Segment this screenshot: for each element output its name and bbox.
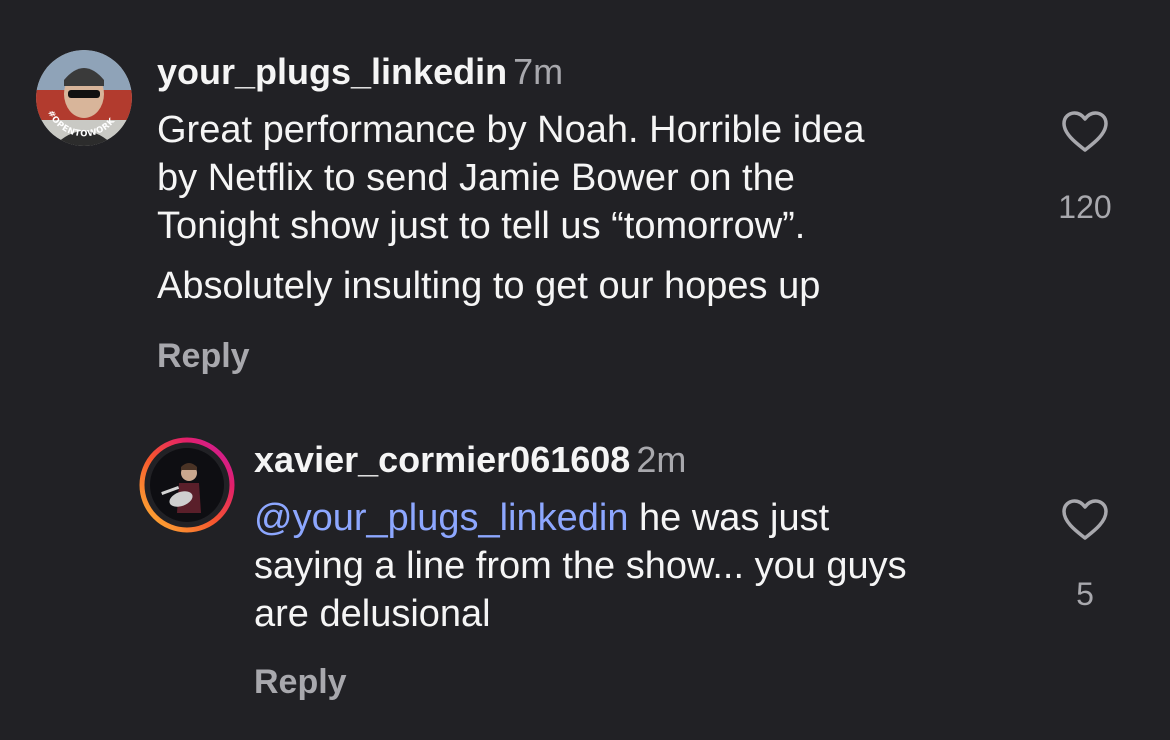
comment-text-span: he was just <box>628 497 830 539</box>
comment-header: your_plugs_linkedin 7m <box>157 52 563 100</box>
comment-1: #OPENTOWORK your_plugs_linkedin 7m Great … <box>0 0 1170 400</box>
heart-icon <box>1062 111 1108 152</box>
comment-text-line: @your_plugs_linkedin he was just <box>254 494 1054 542</box>
comment-2: xavier_cormier061608 2m @your_plugs_linke… <box>0 400 1170 740</box>
comment-header: xavier_cormier061608 2m <box>254 440 686 488</box>
avatar-image: #OPENTOWORK <box>36 50 132 146</box>
like-button[interactable] <box>1050 110 1120 159</box>
timestamp: 2m <box>636 439 687 480</box>
comment-text-line: Tonight show just to tell us “tomorrow”. <box>157 205 806 247</box>
comment-text: @your_plugs_linkedin he was just saying … <box>254 494 1054 638</box>
username-link[interactable]: xavier_cormier061608 <box>254 439 630 480</box>
like-count: 120 <box>1058 189 1112 225</box>
comment-text-line: Great performance by Noah. Horrible idea <box>157 109 865 151</box>
mention-link[interactable]: @your_plugs_linkedin <box>254 497 628 539</box>
like-button[interactable] <box>1050 498 1120 547</box>
comment-text-line: are delusional <box>254 593 491 635</box>
comment-text-paragraph: Absolutely insulting to get our hopes up <box>157 265 821 307</box>
like-count: 5 <box>1076 576 1094 612</box>
timestamp: 7m <box>513 51 564 92</box>
story-ring-avatar-image <box>139 437 235 533</box>
avatar[interactable] <box>139 437 235 533</box>
comment-text-line: by Netflix to send Jamie Bower on the <box>157 157 795 199</box>
reply-button[interactable]: Reply <box>254 662 347 702</box>
heart-icon <box>1062 499 1108 540</box>
comment-text: Great performance by Noah. Horrible idea… <box>157 106 1037 250</box>
comment-text-line: saying a line from the show... you guys <box>254 545 907 587</box>
username-link[interactable]: your_plugs_linkedin <box>157 51 507 92</box>
reply-button[interactable]: Reply <box>157 336 250 376</box>
avatar[interactable]: #OPENTOWORK <box>36 50 132 146</box>
